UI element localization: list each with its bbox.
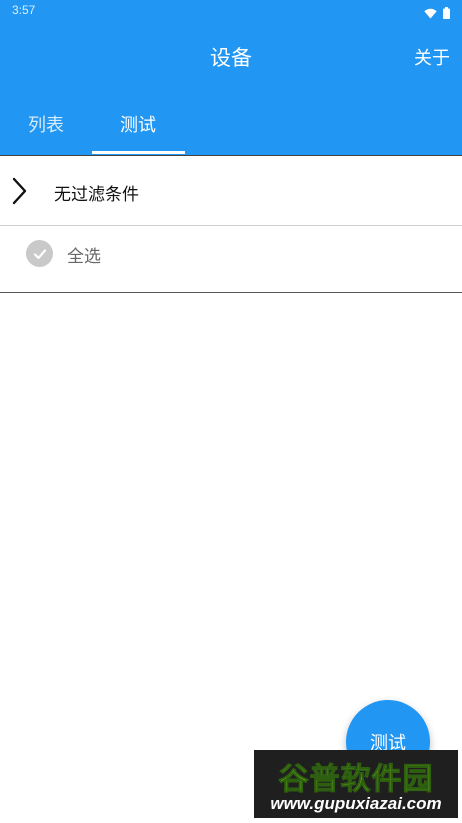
wifi-icon bbox=[424, 4, 437, 23]
filter-row[interactable]: 无过滤条件 bbox=[0, 155, 462, 225]
select-all-row[interactable]: 全选 bbox=[0, 226, 462, 292]
watermark: 谷普软件园 www.gupuxiazai.com bbox=[254, 750, 458, 818]
tab-test[interactable]: 测试 bbox=[92, 92, 184, 155]
check-circle-icon[interactable] bbox=[26, 240, 53, 267]
tab-bar: 列表 测试 bbox=[0, 92, 462, 155]
status-bar: 3:57 bbox=[0, 0, 462, 22]
chevron-right-icon bbox=[10, 176, 30, 210]
app-header: 3:57 设备 关于 列表 测试 bbox=[0, 0, 462, 155]
status-icons bbox=[424, 4, 450, 23]
page-title: 设备 bbox=[210, 46, 252, 70]
watermark-title: 谷普软件园 bbox=[278, 762, 434, 798]
about-button[interactable]: 关于 bbox=[414, 44, 450, 70]
divider bbox=[0, 292, 462, 293]
tab-list[interactable]: 列表 bbox=[0, 92, 92, 155]
watermark-url: www.gupuxiazai.com bbox=[270, 794, 442, 813]
title-bar: 设备 关于 bbox=[0, 22, 462, 92]
tab-indicator bbox=[92, 151, 185, 154]
status-time: 3:57 bbox=[12, 3, 36, 17]
select-all-label: 全选 bbox=[67, 247, 101, 267]
filter-label: 无过滤条件 bbox=[54, 185, 139, 205]
battery-icon bbox=[443, 4, 450, 23]
